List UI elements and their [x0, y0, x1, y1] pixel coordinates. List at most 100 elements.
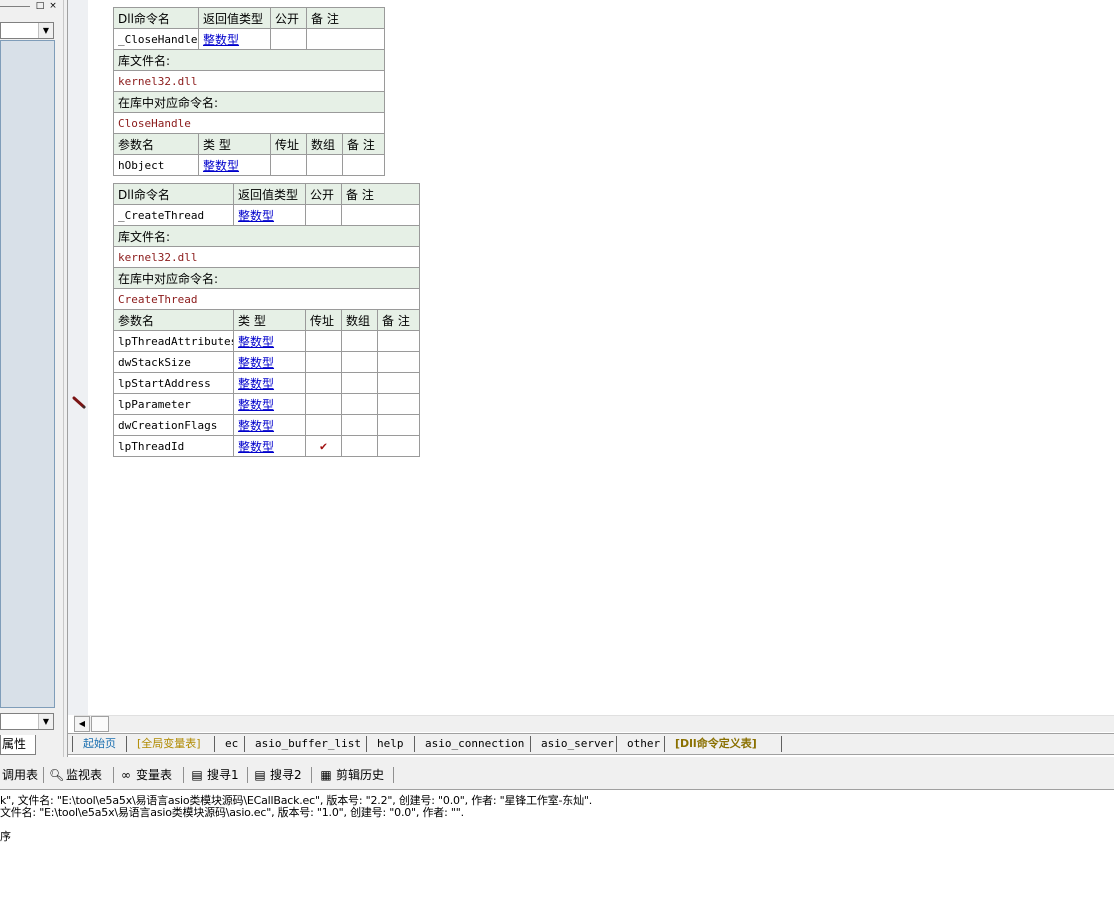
- param-type-link[interactable]: 整数型: [238, 419, 274, 433]
- alias-value[interactable]: CloseHandle: [112, 112, 386, 134]
- param-remark[interactable]: [376, 351, 421, 373]
- param-type-cell[interactable]: 整数型: [198, 154, 271, 176]
- param-byref[interactable]: [305, 351, 342, 373]
- param-type-link[interactable]: 整数型: [203, 159, 239, 173]
- tab-ec[interactable]: ec: [214, 736, 244, 752]
- param-type-link[interactable]: 整数型: [238, 377, 274, 391]
- chevron-down-icon[interactable]: ▼: [38, 23, 53, 38]
- tab-dll-definitions[interactable]: [Dll命令定义表]: [664, 736, 782, 752]
- param-array[interactable]: [341, 372, 378, 394]
- param-name[interactable]: lpThreadAttributes: [113, 330, 234, 352]
- scroll-left-icon[interactable]: ◀: [74, 716, 90, 732]
- left-panel: □ × ▼ ▼ 属性: [0, 0, 68, 757]
- clip-history-button[interactable]: ▦ 剪辑历史: [319, 766, 384, 784]
- param-header-name: 参数名: [113, 309, 234, 331]
- param-header-byref: 传址: [270, 133, 307, 155]
- tab-start-page[interactable]: 起始页: [72, 736, 128, 752]
- panel-selector-combo[interactable]: ▼: [0, 22, 54, 39]
- output-panel[interactable]: k", 文件名: "E:\tool\e5a5x\易语言asio类模块源码\ECa…: [0, 790, 1114, 915]
- var-table-button[interactable]: ∞ 变量表: [119, 766, 172, 784]
- scroll-thumb[interactable]: [91, 716, 109, 732]
- param-type-link[interactable]: 整数型: [238, 335, 274, 349]
- tab-asio-server[interactable]: asio_server: [530, 736, 616, 752]
- panel-tree-view[interactable]: [0, 40, 55, 708]
- param-row: hObject 整数型: [113, 154, 386, 176]
- param-remark[interactable]: [376, 414, 421, 436]
- param-name[interactable]: lpThreadId: [113, 435, 234, 457]
- param-header-array: 数组: [306, 133, 343, 155]
- param-type-cell[interactable]: 整数型: [233, 330, 306, 352]
- param-type-cell[interactable]: 整数型: [233, 393, 306, 415]
- close-icon[interactable]: ×: [48, 1, 58, 11]
- separator: [311, 767, 312, 783]
- param-array[interactable]: [341, 414, 378, 436]
- param-header-byref: 传址: [305, 309, 342, 331]
- alias-value[interactable]: CreateThread: [112, 288, 421, 310]
- param-byref[interactable]: [305, 330, 342, 352]
- remark-cell[interactable]: [340, 204, 421, 226]
- tab-other[interactable]: other: [616, 736, 664, 752]
- param-type-link[interactable]: 整数型: [238, 398, 274, 412]
- search1-button[interactable]: ▤ 搜寻1: [190, 766, 238, 784]
- param-type-link[interactable]: 整数型: [238, 356, 274, 370]
- param-byref-checkmark[interactable]: ✔: [305, 435, 342, 457]
- titlebar-line: [0, 6, 30, 7]
- param-row: lpStartAddress 整数型: [113, 372, 421, 394]
- param-array[interactable]: [341, 435, 378, 457]
- bottom-toolbar: 调用表 🔍︎ 监视表 ∞ 变量表 ▤ 搜寻1 ▤ 搜寻2 ▦ 剪辑历史: [0, 757, 1114, 790]
- param-byref[interactable]: [270, 154, 307, 176]
- tab-global-vars[interactable]: [全局变量表]: [126, 736, 214, 752]
- param-remark[interactable]: [376, 435, 421, 457]
- call-table-button[interactable]: 调用表: [2, 766, 38, 784]
- param-type-cell[interactable]: 整数型: [233, 351, 306, 373]
- param-name[interactable]: dwCreationFlags: [113, 414, 234, 436]
- tab-properties[interactable]: 属性: [0, 735, 36, 755]
- param-byref[interactable]: [305, 372, 342, 394]
- code-editor[interactable]: Dll命令名 返回值类型 公开 备 注 _CloseHandle 整数型 库文件…: [88, 0, 1114, 715]
- param-name[interactable]: lpStartAddress: [113, 372, 234, 394]
- watch-table-button[interactable]: 🔍︎ 监视表: [49, 766, 102, 784]
- param-name[interactable]: dwStackSize: [113, 351, 234, 373]
- header-remark: 备 注: [305, 7, 386, 29]
- lib-file-value[interactable]: kernel32.dll: [112, 246, 421, 268]
- param-array[interactable]: [341, 330, 378, 352]
- maximize-icon[interactable]: □: [35, 1, 45, 11]
- editor-gutter: [68, 0, 88, 715]
- lib-file-value[interactable]: kernel32.dll: [112, 70, 386, 92]
- param-array[interactable]: [341, 393, 378, 415]
- return-type-cell[interactable]: 整数型: [198, 28, 271, 50]
- param-row: lpThreadAttributes 整数型: [113, 330, 421, 352]
- remark-cell[interactable]: [305, 28, 386, 50]
- public-cell[interactable]: [305, 204, 342, 226]
- return-type-link[interactable]: 整数型: [238, 209, 274, 223]
- search2-button[interactable]: ▤ 搜寻2: [253, 766, 301, 784]
- param-array[interactable]: [306, 154, 343, 176]
- tab-help[interactable]: help: [366, 736, 414, 752]
- dll-command-name[interactable]: _CloseHandle: [113, 28, 199, 50]
- param-remark[interactable]: [341, 154, 386, 176]
- return-type-link[interactable]: 整数型: [203, 33, 239, 47]
- tab-asio-buffer-list[interactable]: asio_buffer_list: [244, 736, 366, 752]
- param-remark[interactable]: [376, 330, 421, 352]
- output-line: 文件名: "E:\tool\e5a5x\易语言asio类模块源码\asio.ec…: [0, 806, 464, 819]
- param-remark[interactable]: [376, 393, 421, 415]
- panel-bottom-combo[interactable]: ▼: [0, 713, 54, 730]
- tab-asio-connection[interactable]: asio_connection: [414, 736, 530, 752]
- param-type-cell[interactable]: 整数型: [233, 414, 306, 436]
- param-byref[interactable]: [305, 414, 342, 436]
- return-type-cell[interactable]: 整数型: [233, 204, 306, 226]
- param-name[interactable]: hObject: [113, 154, 199, 176]
- param-remark[interactable]: [376, 372, 421, 394]
- param-type-link[interactable]: 整数型: [238, 440, 274, 454]
- header-public: 公开: [305, 183, 342, 205]
- dll-command-name[interactable]: _CreateThread: [113, 204, 234, 226]
- public-cell[interactable]: [270, 28, 307, 50]
- param-byref[interactable]: [305, 393, 342, 415]
- param-array[interactable]: [341, 351, 378, 373]
- horizontal-scrollbar[interactable]: ◀: [74, 715, 1114, 732]
- header-remark: 备 注: [340, 183, 421, 205]
- chevron-down-icon[interactable]: ▼: [38, 714, 53, 729]
- param-type-cell[interactable]: 整数型: [233, 372, 306, 394]
- param-name[interactable]: lpParameter: [113, 393, 234, 415]
- param-type-cell[interactable]: 整数型: [233, 435, 306, 457]
